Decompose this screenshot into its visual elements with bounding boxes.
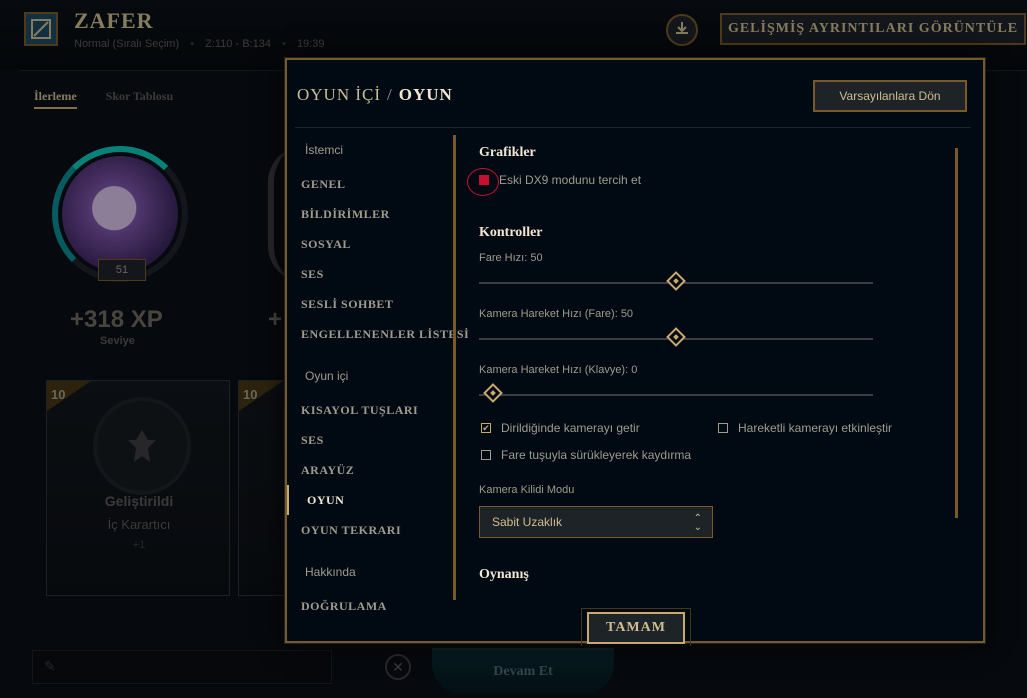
- ok-button[interactable]: TAMAM: [587, 612, 685, 644]
- sidebar-item-interface[interactable]: ARAYÜZ: [301, 463, 354, 478]
- respawn-camera-label: Dirildiğinde kamerayı getir: [501, 421, 640, 435]
- mouse-speed-label: Fare Hızı: 50: [479, 252, 543, 264]
- camera-keyboard-speed-slider[interactable]: [479, 383, 873, 403]
- camera-lock-label: Kamera Kilidi Modu: [479, 484, 575, 496]
- breadcrumb-parent: OYUN İÇİ: [297, 85, 382, 104]
- mouse-speed-thumb[interactable]: [666, 271, 686, 291]
- camera-lock-select[interactable]: Sabit Uzaklık ⌃ ⌄: [479, 506, 713, 538]
- section-title-graphics: Grafikler: [479, 145, 536, 160]
- drag-scroll-checkbox[interactable]: [481, 450, 491, 460]
- sidebar-item-general[interactable]: GENEL: [301, 177, 346, 192]
- mouse-speed-slider[interactable]: [479, 271, 873, 291]
- respawn-camera-option[interactable]: ✔ Dirildiğinde kamerayı getir: [481, 421, 640, 435]
- breadcrumb-separator: /: [387, 85, 393, 104]
- dx9-option[interactable]: Eski DX9 modunu tercih et: [467, 168, 642, 196]
- sidebar-item-notifications[interactable]: BİLDİRİMLER: [301, 207, 390, 222]
- highlight-circle: [467, 168, 499, 196]
- camera-keyboard-speed-label: Kamera Hareket Hızı (Klavye): 0: [479, 364, 638, 376]
- select-chevron-icon: ⌃ ⌄: [693, 513, 702, 533]
- section-title-controls: Kontroller: [479, 225, 543, 240]
- breadcrumb-current: OYUN: [398, 85, 453, 104]
- moving-camera-label: Hareketli kamerayı etkinleştir: [738, 421, 893, 435]
- sidebar-item-hotkeys[interactable]: KISAYOL TUŞLARI: [301, 403, 418, 418]
- sidebar-item-voice-chat[interactable]: SESLİ SOHBET: [301, 297, 393, 312]
- header-divider: [295, 127, 971, 128]
- restore-defaults-button[interactable]: Varsayılanlara Dön: [813, 80, 967, 112]
- nav-group-about: Hakkında: [305, 565, 356, 579]
- camera-mouse-speed-label: Kamera Hareket Hızı (Fare): 50: [479, 308, 634, 320]
- drag-scroll-label: Fare tuşuyla sürükleyerek kaydırma: [501, 448, 692, 462]
- camera-lock-value: Sabit Uzaklık: [492, 515, 563, 529]
- sidebar-item-social[interactable]: SOSYAL: [301, 237, 351, 252]
- nav-group-client: İstemci: [305, 143, 344, 157]
- respawn-camera-checkbox[interactable]: ✔: [481, 423, 491, 433]
- moving-camera-checkbox[interactable]: [718, 423, 728, 433]
- sidebar-item-game[interactable]: OYUN: [307, 493, 344, 508]
- sidebar-item-verification[interactable]: DOĞRULAMA: [301, 599, 387, 614]
- sidebar-item-client-sound[interactable]: SES: [301, 267, 324, 282]
- settings-modal: OYUN İÇİ / OYUN Varsayılanlara Dön İstemci…: [285, 58, 985, 646]
- camera-keyboard-speed-thumb[interactable]: [483, 383, 503, 403]
- section-title-gameplay: Oynanış: [479, 567, 529, 582]
- drag-scroll-option[interactable]: Fare tuşuyla sürükleyerek kaydırma: [481, 448, 691, 462]
- modal-breadcrumb: OYUN İÇİ / OYUN: [297, 85, 453, 105]
- camera-mouse-speed-thumb[interactable]: [666, 327, 686, 347]
- dx9-label: Eski DX9 modunu tercih et: [499, 173, 642, 187]
- camera-mouse-speed-slider[interactable]: [479, 327, 873, 347]
- sidebar-scrollbar[interactable]: [453, 135, 456, 600]
- active-nav-indicator: [287, 485, 289, 515]
- sidebar-item-ingame-sound[interactable]: SES: [301, 433, 324, 448]
- nav-group-ingame: Oyun içi: [305, 369, 349, 383]
- sidebar-item-replays[interactable]: OYUN TEKRARI: [301, 523, 401, 538]
- content-scrollbar[interactable]: [955, 148, 958, 518]
- moving-camera-option[interactable]: Hareketli kamerayı etkinleştir: [718, 421, 892, 435]
- sidebar-item-blocked-list[interactable]: ENGELLENENLER LİSTESİ: [301, 327, 469, 342]
